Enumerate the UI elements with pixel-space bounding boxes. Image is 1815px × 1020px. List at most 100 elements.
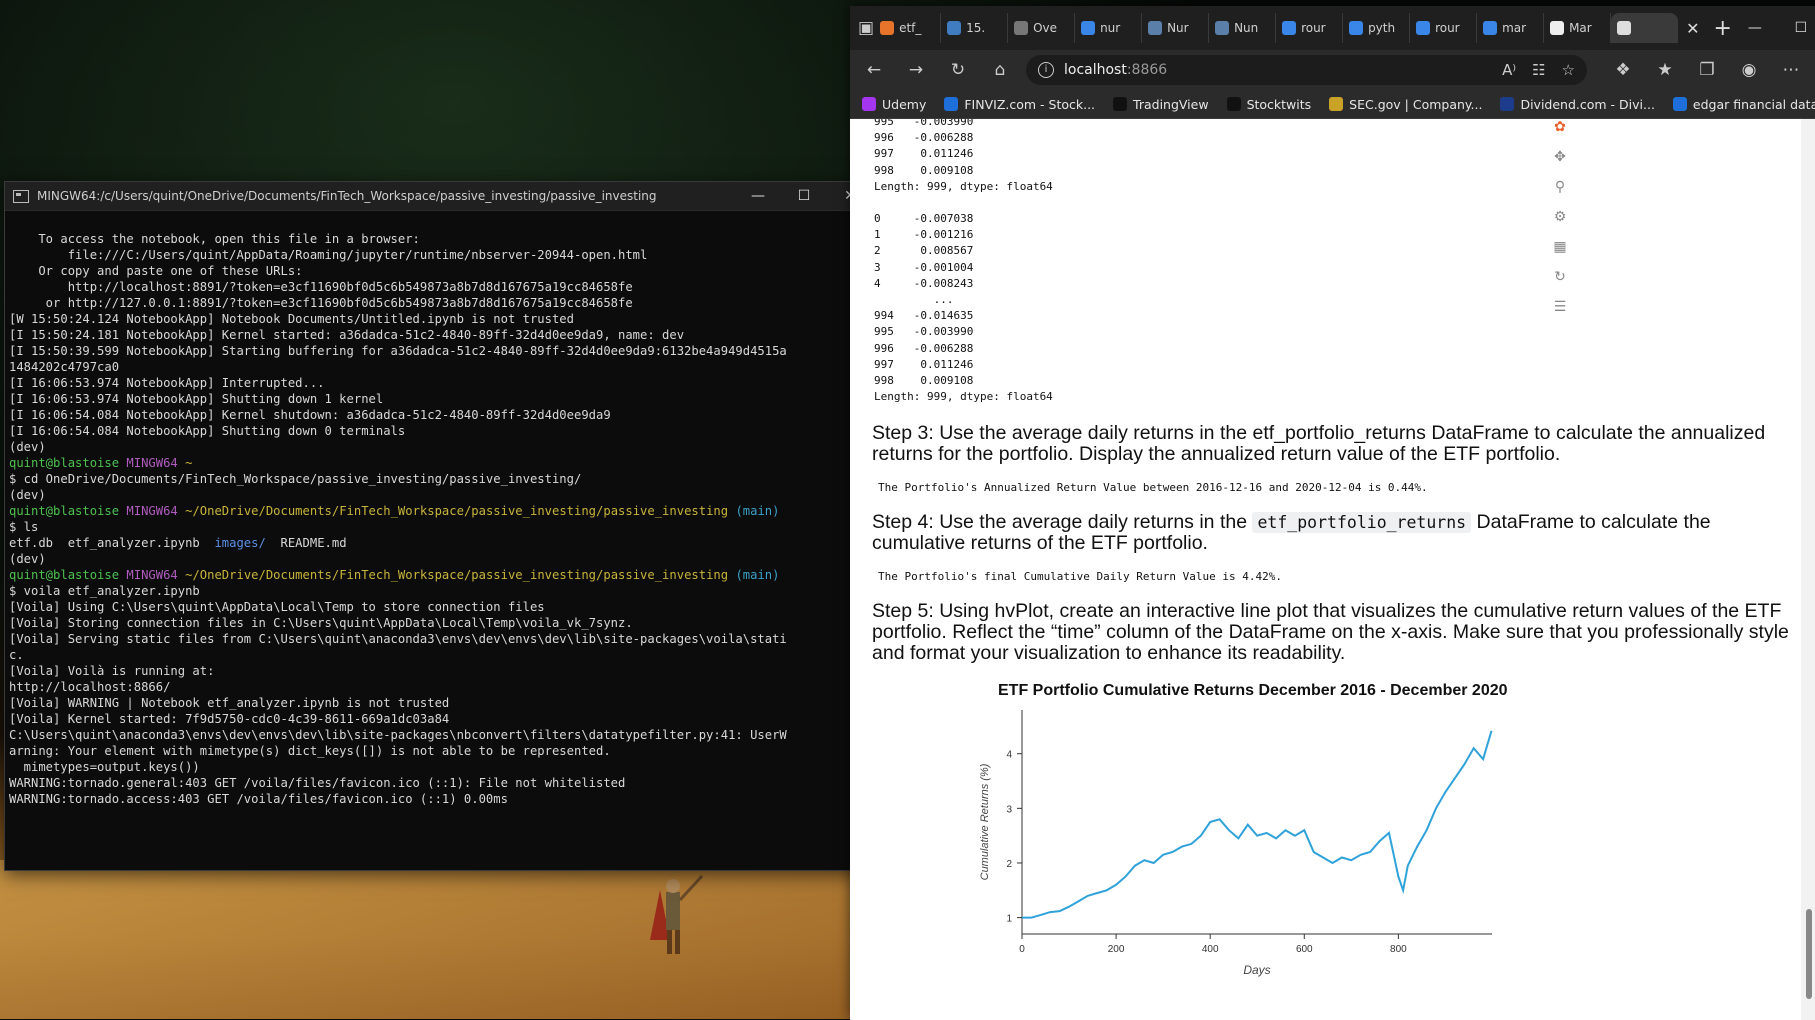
terminal-body[interactable]: To access the notebook, open this file i…: [5, 211, 873, 870]
terminal-title: MINGW64:/c/Users/quint/OneDrive/Document…: [37, 189, 657, 203]
page-scrollbar[interactable]: [1801, 119, 1815, 1020]
voila-line: [Voila] Serving static files from C:\Use…: [9, 632, 787, 646]
refresh-icon[interactable]: ↻: [942, 60, 974, 80]
terminal-line: [W 15:50:24.124 NotebookApp] Notebook Do…: [9, 312, 574, 326]
save-icon[interactable]: ▦: [1550, 239, 1570, 259]
page-content[interactable]: 995 -0.003990 996 -0.006288 997 0.011246…: [850, 119, 1815, 1020]
address-port: :8866: [1126, 62, 1168, 78]
favorite-link[interactable]: Udemy: [862, 97, 926, 112]
tab-label: Ove: [1033, 21, 1057, 35]
voila-log-lines: [Voila] Using C:\Users\quint\AppData\Loc…: [9, 600, 787, 806]
voila-line: mimetypes=output.keys()): [9, 760, 200, 774]
cumulative-returns-chart[interactable]: ETF Portfolio Cumulative Returns Decembe…: [958, 682, 1518, 982]
maximize-button[interactable]: ☐: [1778, 20, 1815, 36]
browser-tab[interactable]: etf_: [874, 13, 942, 43]
favorites-icon[interactable]: ★: [1649, 60, 1681, 80]
browser-tab[interactable]: rour: [1410, 13, 1478, 43]
terminal-window[interactable]: MINGW64:/c/Users/quint/OneDrive/Document…: [4, 181, 874, 871]
browser-tab[interactable]: Mar: [1544, 13, 1612, 43]
back-icon[interactable]: ←: [858, 60, 890, 80]
browser-tab[interactable]: [1611, 13, 1679, 43]
tab-label: mar: [1502, 21, 1527, 35]
output-line: 996 -0.006288: [874, 341, 974, 355]
tab-label: etf_: [899, 21, 922, 35]
x-tick-label: 600: [1296, 944, 1313, 955]
address-bar[interactable]: i localhost:8866 A⁾ ☷ ☆: [1026, 55, 1587, 85]
site-info-icon[interactable]: i: [1038, 62, 1054, 78]
tab-favicon-icon: [1215, 21, 1230, 35]
browser-tab[interactable]: rour: [1276, 13, 1344, 43]
bokeh-logo-icon[interactable]: ✿: [1550, 119, 1570, 139]
favorite-link[interactable]: SEC.gov | Company...: [1329, 97, 1482, 112]
browser-window[interactable]: ▣ etf_ 15. Ove nur Nur Nun rour pyth rour mar Mar …: [850, 6, 1815, 1020]
browser-tab[interactable]: mar: [1477, 13, 1545, 43]
output-line: 996 -0.006288: [874, 131, 974, 145]
step4-heading: Step 4: Use the average daily returns in…: [872, 512, 1805, 554]
browser-tab[interactable]: 15.: [941, 13, 1009, 43]
prompt-branch: (main): [735, 504, 780, 518]
scrollbar-thumb[interactable]: [1806, 909, 1812, 999]
output-line: 995 -0.003990: [874, 119, 974, 128]
step4-text: Step 4: Use the average daily returns in…: [872, 511, 1253, 534]
profile-avatar[interactable]: ◉: [1733, 60, 1765, 80]
immersive-reader-icon[interactable]: ☷: [1532, 61, 1545, 79]
x-tick-label: 200: [1108, 944, 1125, 955]
wheel-zoom-icon[interactable]: ⚙: [1550, 209, 1570, 229]
tab-favicon-icon: [1416, 21, 1431, 35]
tab-favicon-icon: [1081, 21, 1096, 35]
series-line: [1022, 730, 1493, 920]
voila-line: [Voila] Kernel started: 7f9d5750-cdc0-4c…: [9, 712, 450, 726]
box-zoom-icon[interactable]: ⚲: [1550, 179, 1570, 199]
command-line: $ cd OneDrive/Documents/FinTech_Workspac…: [9, 472, 582, 486]
minimize-button[interactable]: —: [735, 188, 781, 204]
extensions-icon[interactable]: ❖: [1607, 60, 1639, 80]
terminal-icon: [13, 189, 29, 203]
favorite-icon: [944, 97, 959, 111]
favorite-link[interactable]: FINVIZ.com - Stock...: [944, 97, 1095, 112]
minimize-button[interactable]: —: [1732, 20, 1778, 36]
forward-icon[interactable]: →: [900, 60, 932, 80]
tab-favicon-icon: [1014, 21, 1029, 35]
output-block-2: 0 -0.007038 1 -0.001216 2 0.008567 3 -0.…: [874, 211, 1815, 405]
browser-tab[interactable]: pyth: [1343, 13, 1411, 43]
favorite-link[interactable]: TradingView: [1113, 97, 1209, 112]
terminal-titlebar[interactable]: MINGW64:/c/Users/quint/OneDrive/Document…: [5, 182, 873, 211]
chart-svg[interactable]: 1 2 3 4 0 200 400 600 800 Days Cumulative Returns …: [958, 682, 1538, 982]
tab-list: etf_ 15. Ove nur Nur Nun rour pyth rour mar Mar: [874, 13, 1679, 43]
add-favorite-icon[interactable]: ☆: [1562, 61, 1575, 79]
hover-icon[interactable]: ☰: [1550, 299, 1570, 319]
pan-tool-icon[interactable]: ✥: [1550, 149, 1570, 169]
close-tab-icon[interactable]: ✕: [1686, 19, 1699, 38]
reset-icon[interactable]: ↻: [1550, 269, 1570, 289]
browser-tab[interactable]: Nur: [1142, 13, 1210, 43]
favorite-icon: [1113, 97, 1128, 111]
x-tick-label: 400: [1202, 944, 1219, 955]
favorite-link[interactable]: edgar financial data...: [1672, 96, 1815, 112]
window-controls: — ☐ ✕: [1732, 20, 1815, 36]
more-menu-icon[interactable]: ⋯: [1775, 60, 1807, 80]
terminal-line: [I 16:06:53.974 NotebookApp] Shutting do…: [9, 392, 384, 406]
browser-tab[interactable]: Nun: [1209, 13, 1277, 43]
favorite-label: TradingView: [1133, 96, 1209, 112]
tab-favicon-icon: [1483, 21, 1498, 35]
output-line: 3 -0.001004: [874, 260, 974, 274]
prompt-shell: MINGW64: [126, 504, 178, 518]
tab-actions-icon[interactable]: ▣: [858, 18, 874, 38]
browser-tab[interactable]: nur: [1075, 13, 1143, 43]
favorites-bar: Udemy FINVIZ.com - Stock... TradingView Sto…: [850, 90, 1815, 119]
output-line: 1 -0.001216: [874, 228, 974, 242]
terminal-line: [I 16:06:54.084 NotebookApp] Kernel shut…: [9, 408, 611, 422]
favorite-label: edgar financial data...: [1692, 96, 1815, 112]
output-line: 998 0.009108: [874, 163, 974, 177]
browser-tab[interactable]: Ove: [1008, 13, 1076, 43]
favorite-link[interactable]: Dividend.com - Divi...: [1500, 97, 1655, 112]
home-icon[interactable]: ⌂: [984, 60, 1016, 80]
favorite-link[interactable]: Stocktwits: [1226, 97, 1311, 112]
new-tab-button[interactable]: +: [1713, 16, 1731, 41]
collections-icon[interactable]: ❐: [1691, 60, 1723, 80]
read-aloud-icon[interactable]: A⁾: [1502, 61, 1516, 79]
terminal-line: 1484202c4797ca0: [9, 360, 120, 374]
maximize-button[interactable]: ☐: [781, 188, 827, 204]
command-line: $ voila etf_analyzer.ipynb: [9, 584, 200, 598]
chart-toolbar: ✿ ✥ ⚲ ⚙ ▦ ↻ ☰: [1550, 119, 1572, 329]
